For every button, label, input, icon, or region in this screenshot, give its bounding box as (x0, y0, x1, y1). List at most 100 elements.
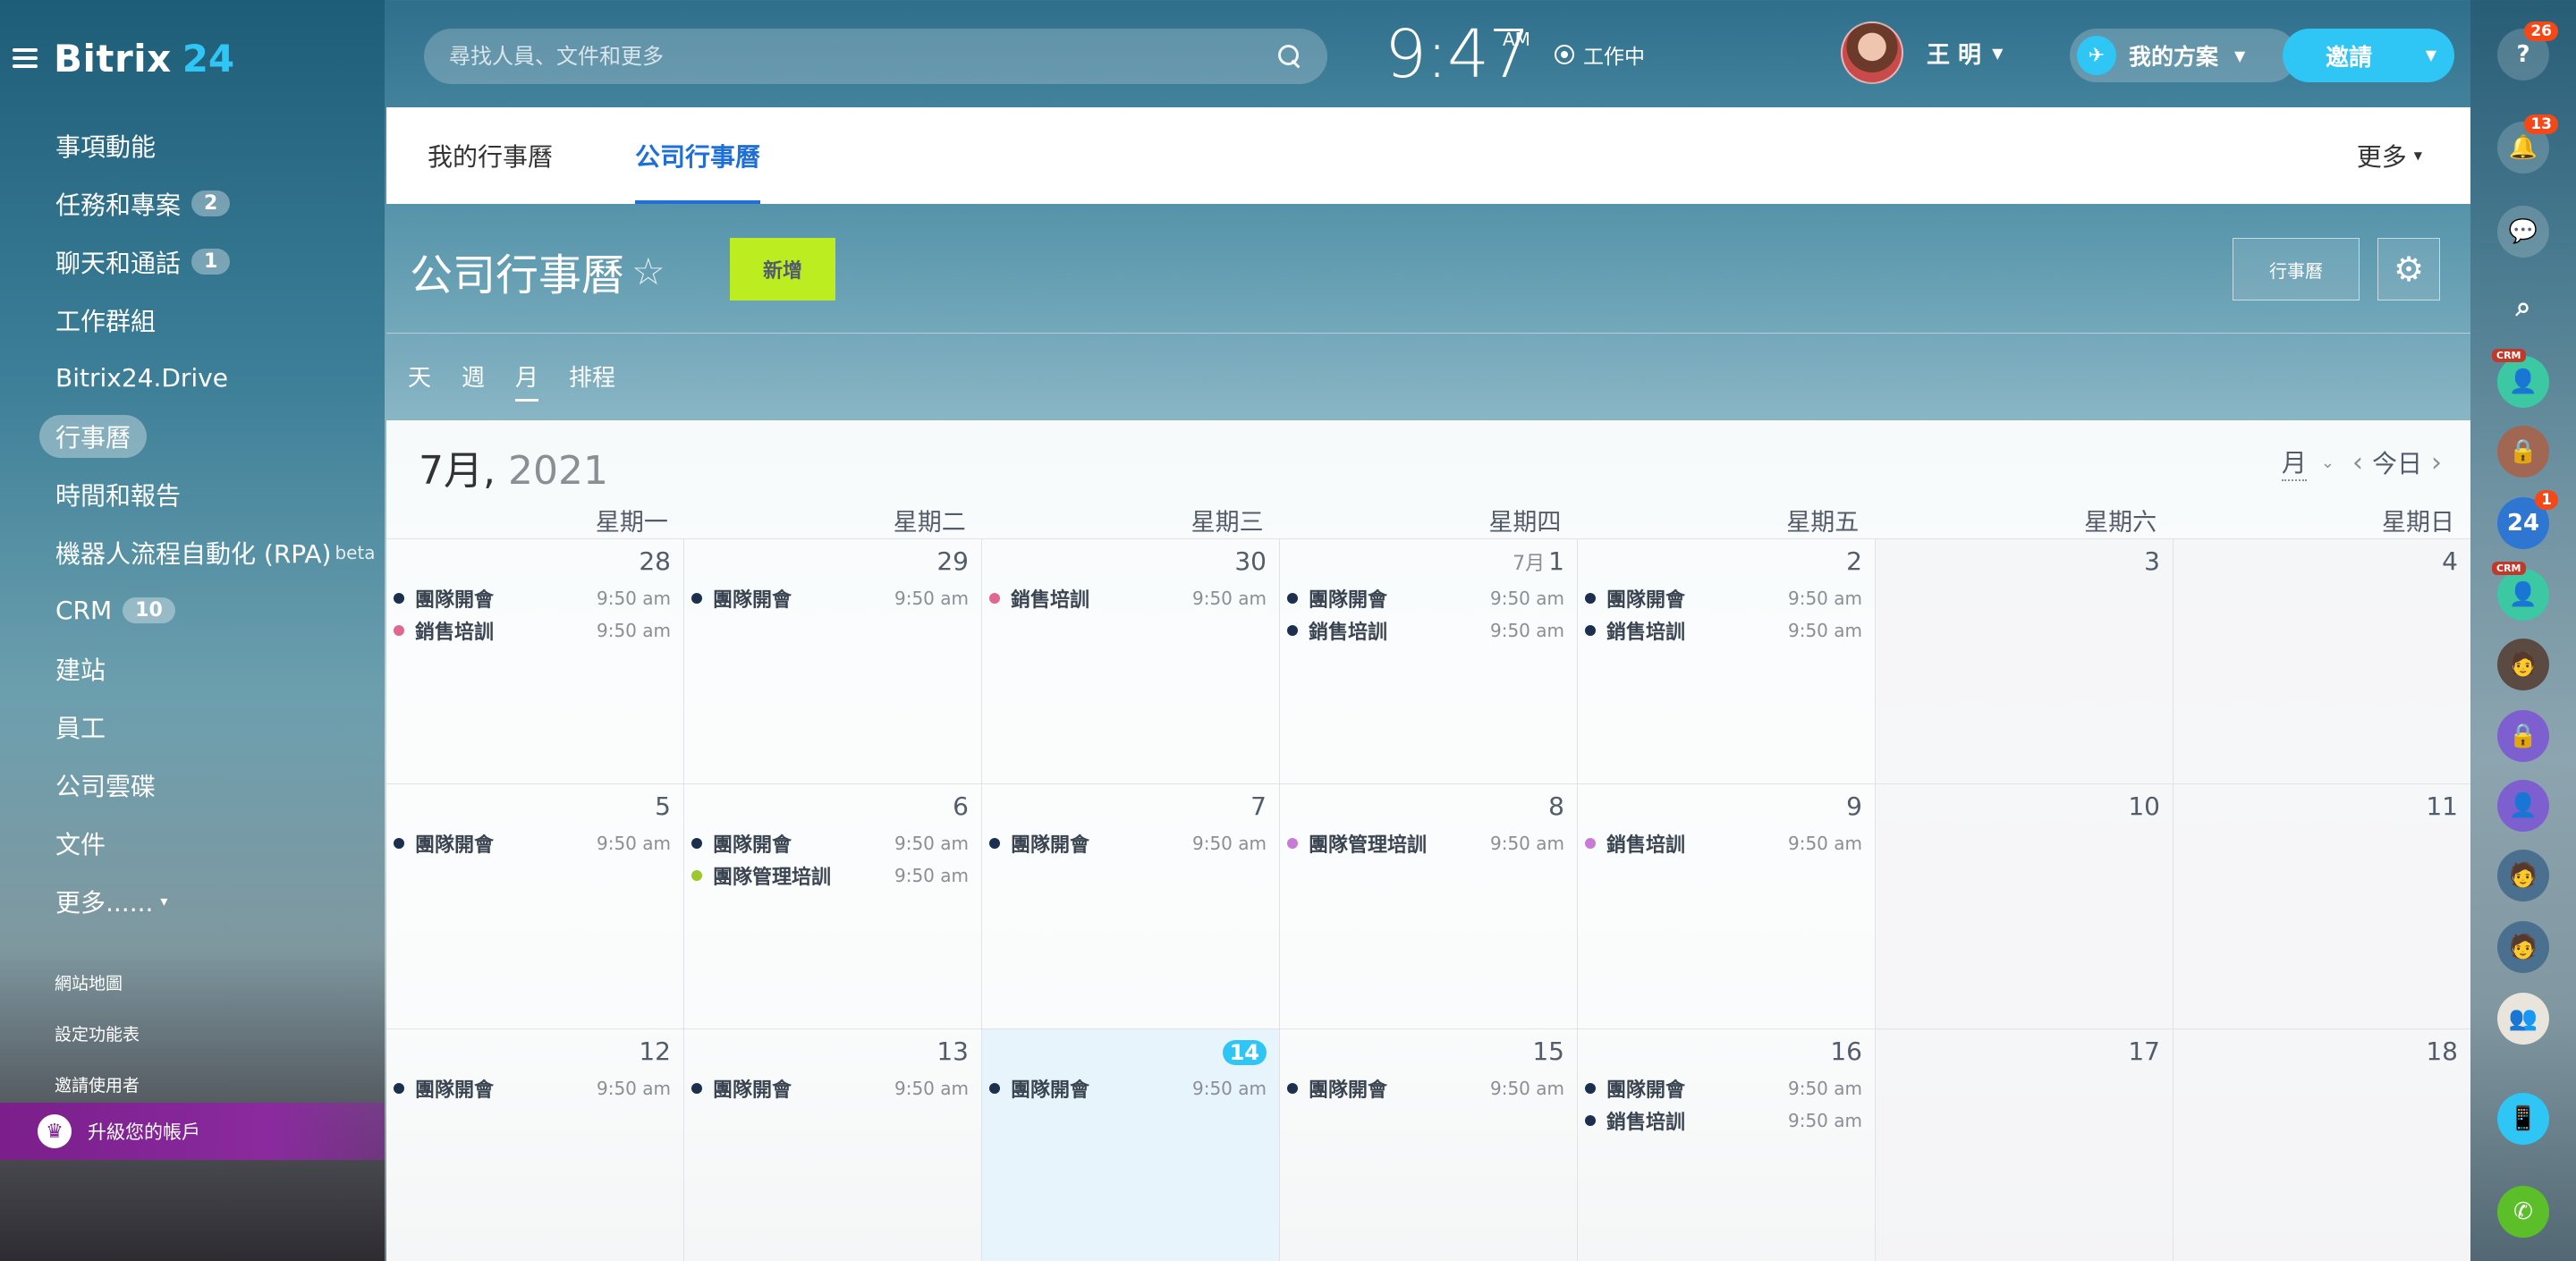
day-cell[interactable]: 30 銷售培訓 9:50 am (982, 539, 1280, 783)
invite-button[interactable]: 邀請 ▼ (2283, 29, 2454, 82)
calendar-event[interactable]: 團隊開會 9:50 am (691, 582, 969, 614)
day-cell[interactable]: 17 (1876, 1029, 2174, 1261)
upgrade-account-button[interactable]: ♛ 升級您的帳戶 (0, 1103, 385, 1160)
sidebar-item[interactable]: 公司雲碟 (38, 756, 377, 814)
lock-icon[interactable]: 🔒 (2497, 426, 2549, 478)
view-tab[interactable]: 排程 (569, 360, 615, 402)
work-status[interactable]: 工作中 (1555, 39, 1645, 70)
day-cell[interactable]: 5 團隊開會 9:50 am (386, 784, 684, 1028)
calendar-event[interactable]: 銷售培訓 9:50 am (1585, 614, 1862, 647)
user-icon[interactable]: 👤 (2497, 780, 2549, 832)
user-name[interactable]: 王 明 (1927, 37, 1981, 70)
tab-company-calendar[interactable]: 公司行事曆 (635, 107, 761, 204)
avatar[interactable]: 🧑 (2497, 921, 2549, 973)
calendar-event[interactable]: 銷售培訓 9:50 am (394, 614, 671, 647)
sidebar-item[interactable]: 工作群組 (38, 291, 377, 349)
sidebar-item[interactable]: 更多...... ▾ (38, 872, 377, 930)
calendar-event[interactable]: 團隊開會 9:50 am (691, 827, 969, 859)
chevron-down-icon[interactable]: ▼ (1992, 45, 2003, 62)
day-cell[interactable]: 14 團隊開會 9:50 am (982, 1029, 1280, 1261)
today-button[interactable]: 今日 (2372, 444, 2422, 480)
calendar-event[interactable]: 銷售培訓 9:50 am (1585, 1104, 1862, 1137)
day-cell[interactable]: 11 (2174, 784, 2470, 1028)
brand-name[interactable]: Bitrix (54, 37, 172, 80)
sidebar-item[interactable]: Bitrix24.Drive (38, 349, 377, 407)
clock[interactable]: 9:47 (1385, 16, 1530, 93)
sidebar-item[interactable]: 任務和專案 2 (38, 174, 377, 233)
search-rail-icon[interactable]: ⌕ (2497, 281, 2549, 333)
search-bar[interactable] (424, 29, 1327, 84)
gear-icon[interactable]: ⚙ (2377, 238, 2440, 300)
b24-icon[interactable]: 24 1 (2497, 490, 2558, 549)
sidebar-sub-link[interactable]: 設定功能表 (55, 1008, 140, 1059)
search-input[interactable] (449, 44, 1277, 69)
crm-contact-icon[interactable]: 👤 CRM (2492, 349, 2549, 408)
next-month-icon[interactable]: › (2431, 447, 2442, 478)
day-cell[interactable]: 4 (2174, 539, 2470, 783)
calendar-event[interactable]: 團隊管理培訓 9:50 am (1287, 827, 1564, 859)
view-tab[interactable]: 週 (462, 360, 485, 402)
day-cell[interactable]: 10 (1876, 784, 2174, 1028)
day-cell[interactable]: 3 (1876, 539, 2174, 783)
day-cell[interactable]: 29 團隊開會 9:50 am (684, 539, 982, 783)
add-event-button[interactable]: 新增 (730, 238, 835, 300)
sidebar-item[interactable]: 行事曆 (38, 407, 377, 465)
calendar-event[interactable]: 銷售培訓 9:50 am (1585, 827, 1862, 859)
calendar-event[interactable]: 團隊開會 9:50 am (1287, 1072, 1564, 1104)
sidebar-item[interactable]: 聊天和通話 1 (38, 233, 377, 291)
day-cell[interactable]: 2 團隊開會 9:50 am 銷售培訓 9:50 am (1578, 539, 1876, 783)
calendar-event[interactable]: 團隊管理培訓 9:50 am (691, 859, 969, 892)
tab-my-calendar[interactable]: 我的行事曆 (428, 107, 553, 204)
search-icon[interactable] (1277, 44, 1302, 69)
calendar-event[interactable]: 團隊開會 9:50 am (394, 827, 671, 859)
calendar-event[interactable]: 銷售培訓 9:50 am (1287, 614, 1564, 647)
group-avatar[interactable]: 👥 (2497, 993, 2549, 1045)
view-tab[interactable]: 天 (408, 360, 431, 402)
calendar-event[interactable]: 銷售培訓 9:50 am (989, 582, 1267, 614)
help-icon[interactable]: ? 26 (2497, 21, 2558, 80)
day-cell[interactable]: 12 團隊開會 9:50 am (386, 1029, 684, 1261)
calendar-event[interactable]: 團隊開會 9:50 am (1585, 582, 1862, 614)
day-cell[interactable]: 7月 1 團隊開會 9:50 am 銷售培訓 9:50 am (1280, 539, 1578, 783)
view-mode-select[interactable]: 月 (2281, 444, 2307, 481)
bell-icon[interactable]: 🔔 13 (2497, 114, 2558, 173)
calendar-event[interactable]: 團隊開會 9:50 am (394, 1072, 671, 1104)
day-cell[interactable]: 9 銷售培訓 9:50 am (1578, 784, 1876, 1028)
day-cell[interactable]: 16 團隊開會 9:50 am 銷售培訓 9:50 am (1578, 1029, 1876, 1261)
calendars-button[interactable]: 行事曆 (2233, 238, 2360, 300)
sidebar-sub-link[interactable]: 網站地圖 (55, 957, 140, 1008)
avatar[interactable] (1841, 21, 1903, 84)
calendar-event[interactable]: 團隊開會 9:50 am (1287, 582, 1564, 614)
sidebar-item[interactable]: 事項動能 (38, 116, 377, 174)
more-tab[interactable]: 更多 ▼ (2357, 107, 2422, 204)
calendar-event[interactable]: 團隊開會 9:50 am (1585, 1072, 1862, 1104)
calendar-event[interactable]: 團隊開會 9:50 am (394, 582, 671, 614)
sidebar-item[interactable]: 時間和報告 (38, 465, 377, 523)
avatar[interactable]: 🧑 (2497, 850, 2549, 901)
day-cell[interactable]: 18 (2174, 1029, 2470, 1261)
crm-contact-icon[interactable]: 👤 CRM (2492, 562, 2549, 621)
my-plan-button[interactable]: ✈ 我的方案 ▼ (2070, 29, 2297, 82)
avatar[interactable]: 🧑 (2497, 639, 2549, 690)
day-cell[interactable]: 8 團隊管理培訓 9:50 am (1280, 784, 1578, 1028)
brand-number[interactable]: 24 (182, 37, 234, 80)
menu-burger-icon[interactable] (13, 48, 38, 68)
chat-icon[interactable]: 💬 (2497, 206, 2549, 258)
chevron-down-icon[interactable]: ⌄ (2321, 453, 2334, 472)
day-cell[interactable]: 15 團隊開會 9:50 am (1280, 1029, 1578, 1261)
view-tab[interactable]: 月 (515, 360, 539, 402)
sidebar-item[interactable]: 建站 (38, 639, 377, 698)
calendar-event[interactable]: 團隊開會 9:50 am (989, 827, 1267, 859)
sidebar-item[interactable]: CRM 10 (38, 581, 377, 639)
lock-icon[interactable]: 🔒 (2497, 710, 2549, 762)
day-cell[interactable]: 13 團隊開會 9:50 am (684, 1029, 982, 1261)
prev-month-icon[interactable]: ‹ (2352, 447, 2363, 478)
sidebar-item[interactable]: 員工 (38, 698, 377, 756)
sidebar-item[interactable]: 文件 (38, 814, 377, 872)
user-menu[interactable]: 王 明 ▼ (1841, 21, 2003, 84)
day-cell[interactable]: 7 團隊開會 9:50 am (982, 784, 1280, 1028)
day-cell[interactable]: 28 團隊開會 9:50 am 銷售培訓 9:50 am (386, 539, 684, 783)
day-cell[interactable]: 6 團隊開會 9:50 am 團隊管理培訓 9:50 am (684, 784, 982, 1028)
sidebar-item[interactable]: 機器人流程自動化 (RPA) beta (38, 523, 377, 581)
chevron-down-icon[interactable]: ▼ (2426, 47, 2436, 63)
